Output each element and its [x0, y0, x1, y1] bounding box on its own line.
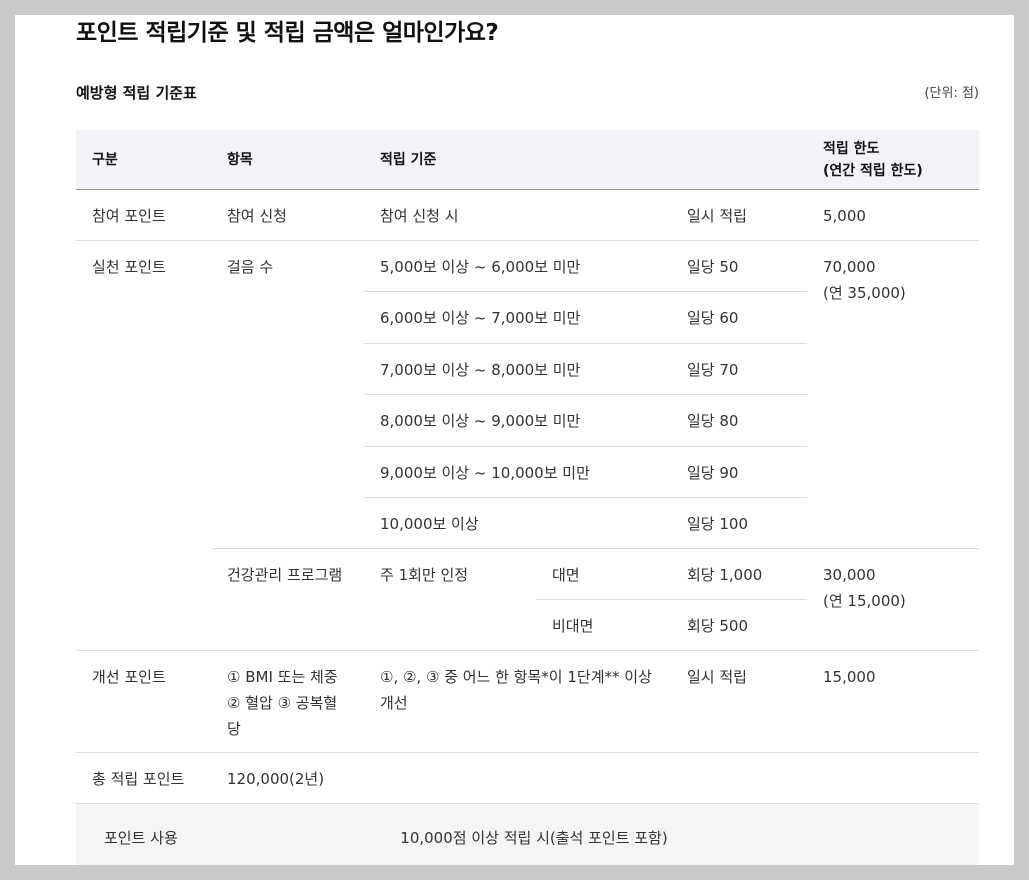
cell-item: 참여 신청 — [211, 189, 364, 241]
cell-criteria: 8,000보 이상 ~ 9,000보 미만 — [364, 394, 671, 447]
cell-criteria: 참여 신청 시 — [364, 189, 671, 241]
cell-limit: 15,000 — [807, 650, 979, 753]
table-row: 총 적립 포인트 120,000(2년) — [76, 752, 979, 804]
table-row: 참여 포인트 참여 신청 참여 신청 시 일시 적립 5,000 — [76, 189, 979, 241]
cell-category: 개선 포인트 — [76, 650, 211, 753]
limit-value: 30,000 — [823, 566, 876, 584]
page-frame: 포인트 적립기준 및 적립 금액은 얼마인가요? 예방형 적립 기준표 (단위:… — [15, 15, 1014, 865]
table-row: 건강관리 프로그램 주 1회만 인정 대면 회당 1,000 30,000 (연… — [76, 548, 979, 651]
header-limit-title: 적립 한도 — [823, 140, 880, 157]
table-row-usage: 포인트 사용 10,000점 이상 적립 시(출석 포인트 포함) — [76, 803, 979, 865]
cell-usage-label: 포인트 사용 — [76, 803, 211, 865]
limit-value: 70,000 — [823, 258, 876, 276]
table-subtitle: 예방형 적립 기준표 — [76, 84, 197, 102]
cell-total-value: 120,000(2년) — [211, 752, 979, 804]
unit-note: (단위: 점) — [924, 86, 979, 101]
cell-item: 걸음 수 — [211, 240, 364, 549]
cell-mode: 대면 — [536, 548, 671, 600]
limit-annual: (연 15,000) — [823, 592, 906, 610]
table-row: 실천 포인트 걸음 수 5,000보 이상 ~ 6,000보 미만 일당 50 … — [76, 240, 979, 651]
cell-criteria: 주 1회만 인정 — [364, 548, 536, 651]
cell-criteria: 10,000보 이상 — [364, 497, 671, 549]
cell-item: ① BMI 또는 체중 ② 혈압 ③ 공복혈당 — [211, 650, 364, 753]
cell-category: 실천 포인트 — [76, 240, 211, 651]
cell-mode: 비대면 — [536, 599, 671, 651]
cell-earn: 회당 500 — [671, 599, 807, 651]
header-item: 항목 — [211, 130, 364, 190]
cell-earn: 일시 적립 — [671, 189, 807, 241]
cell-earn: 회당 1,000 — [671, 548, 807, 600]
cell-criteria: 9,000보 이상 ~ 10,000보 미만 — [364, 446, 671, 498]
header-criteria: 적립 기준 — [364, 130, 807, 190]
cell-earn: 일당 80 — [671, 394, 807, 447]
cell-item: 건강관리 프로그램 — [211, 548, 364, 651]
cell-limit: 5,000 — [807, 189, 979, 241]
header-category: 구분 — [76, 130, 211, 190]
cell-usage-value: 10,000점 이상 적립 시(출석 포인트 포함) — [211, 803, 979, 865]
cell-criteria: 6,000보 이상 ~ 7,000보 미만 — [364, 291, 671, 344]
cell-earn: 일시 적립 — [671, 650, 807, 753]
cell-criteria: 7,000보 이상 ~ 8,000보 미만 — [364, 343, 671, 395]
cell-earn: 일당 100 — [671, 497, 807, 549]
table-row: 개선 포인트 ① BMI 또는 체중 ② 혈압 ③ 공복혈당 ①, ②, ③ 중… — [76, 650, 979, 753]
cell-criteria: ①, ②, ③ 중 어느 한 항목*이 1단계** 이상 개선 — [364, 650, 671, 753]
cell-earn: 일당 70 — [671, 343, 807, 395]
cell-criteria: 5,000보 이상 ~ 6,000보 미만 — [364, 240, 671, 292]
cell-earn: 일당 90 — [671, 446, 807, 498]
cell-limit: 70,000 (연 35,000) — [807, 240, 979, 549]
cell-limit: 30,000 (연 15,000) — [807, 548, 979, 651]
header-limit-annual: (연간 적립 한도) — [823, 162, 923, 179]
cell-earn: 일당 50 — [671, 240, 807, 292]
points-table: 구분 항목 적립 기준 적립 한도 (연간 적립 한도) 참여 포인트 참여 신… — [76, 130, 979, 865]
table-header-row: 구분 항목 적립 기준 적립 한도 (연간 적립 한도) — [76, 130, 979, 190]
cell-category: 참여 포인트 — [76, 189, 211, 241]
page-title: 포인트 적립기준 및 적립 금액은 얼마인가요? — [76, 20, 499, 46]
header-limit: 적립 한도 (연간 적립 한도) — [807, 130, 979, 190]
cell-earn: 일당 60 — [671, 291, 807, 344]
limit-annual: (연 35,000) — [823, 284, 906, 302]
cell-total-label: 총 적립 포인트 — [76, 752, 211, 804]
